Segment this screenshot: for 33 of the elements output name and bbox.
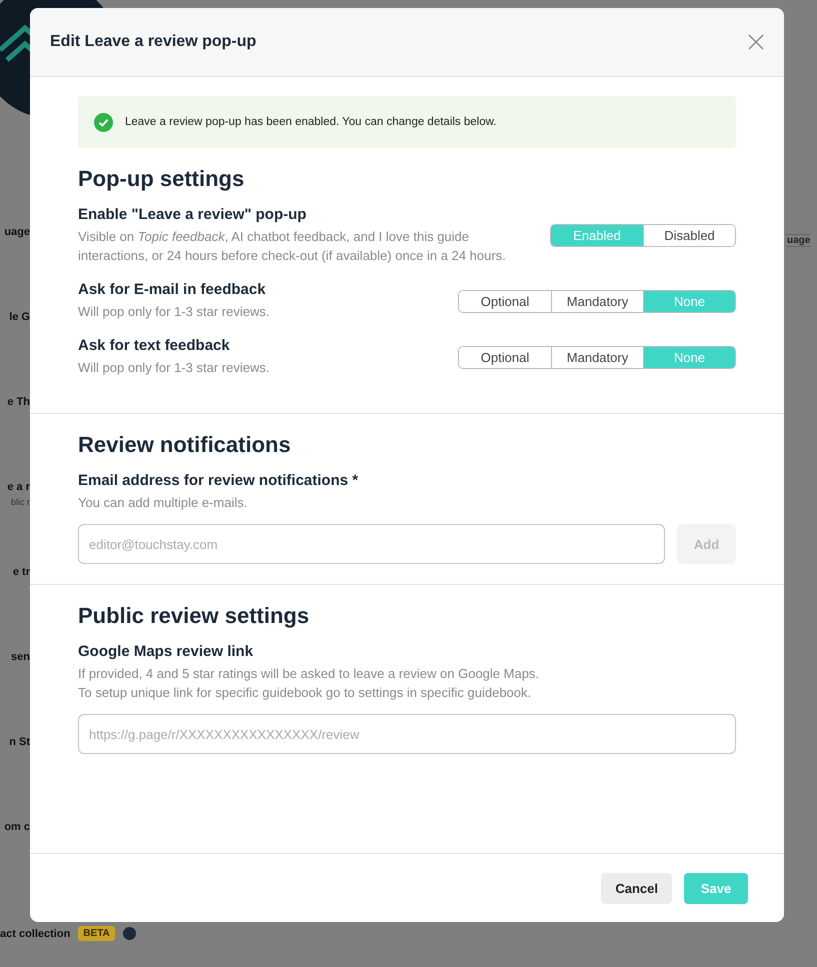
setting-label: Ask for E-mail in feedback (78, 281, 267, 298)
input-field[interactable]: editor@touchstay.com (78, 524, 665, 564)
field-help-text: If provided, 4 and 5 star ratings will be asked to leave a review on Google Maps. (78, 665, 540, 683)
alert-message: Leave a review pop-up has been enabled. You can change details below. (125, 116, 496, 128)
background-row-subtitle: blic r (10, 497, 30, 507)
field-label: Email address for review notifications * (78, 472, 360, 489)
section-heading: Pop-up settings (78, 166, 246, 192)
check-circle-icon (94, 112, 113, 132)
segment-option[interactable]: Disabled (643, 225, 735, 246)
field-help-text: To setup unique link for specific guidebook go to settings in specific guidebook. (78, 684, 532, 702)
background-row-label: e Th (7, 396, 30, 408)
setting-description: Visible on Topic feedback, AI chatbot feedback, and I love this guide interactions, or 24 hours before check-out (if available) once in a 24 hours. (78, 228, 507, 265)
background-row-label: e tr (12, 566, 30, 578)
setting-label: Enable "Leave a review" pop-up (78, 206, 308, 223)
background-row-label: le G (9, 311, 30, 323)
setting-description: Will pop only for 1-3 star reviews. (78, 303, 270, 321)
field-label: Google Maps review link (78, 643, 254, 660)
background-row-label: e a r (7, 481, 30, 493)
close-icon (748, 34, 764, 50)
setting-description: Will pop only for 1-3 star reviews. (78, 359, 270, 377)
field-help-text: You can add multiple e-mails. (78, 494, 248, 512)
background-row-label: n St (9, 736, 30, 748)
section-heading: Review notifications (78, 432, 292, 458)
background-row-label: uage (4, 226, 30, 238)
modal-title: Edit Leave a review pop-up (50, 33, 256, 51)
setting-label: Ask for text feedback (78, 337, 231, 354)
background-row-label: om c (4, 821, 30, 833)
background-row-label: sen (11, 651, 30, 663)
input-field[interactable]: https://g.page/r/XXXXXXXXXXXXXXXX/review (78, 714, 736, 754)
beta-badge: BETA (78, 926, 115, 941)
cancel-button[interactable]: Cancel (601, 872, 672, 904)
background-row-label: act collection (0, 928, 70, 940)
section-heading: Public review settings (78, 603, 310, 629)
